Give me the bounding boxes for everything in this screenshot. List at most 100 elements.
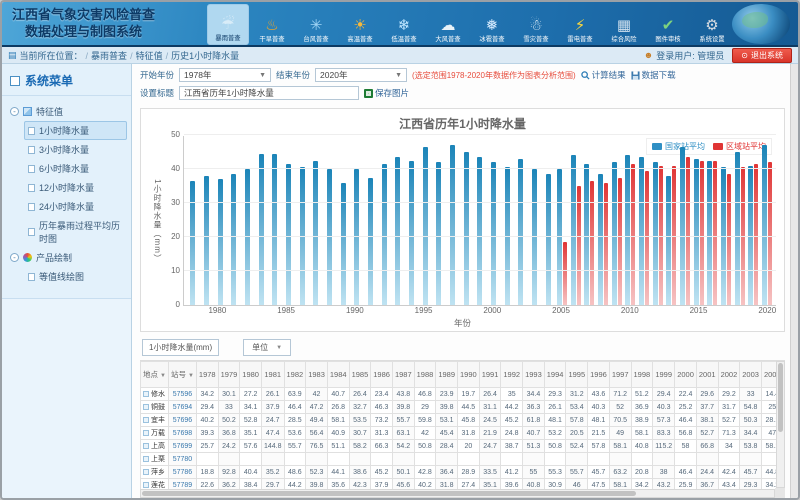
- horizontal-scrollbar[interactable]: [140, 489, 775, 498]
- bar-national-2002[interactable]: [518, 159, 523, 305]
- bar-national-1988[interactable]: [327, 169, 332, 305]
- table-row[interactable]: 萍乡5778618.892.840.435.248.652.344.138.64…: [141, 466, 786, 479]
- toolbar-calculator[interactable]: ▦综合风险: [603, 4, 645, 45]
- end-year-select[interactable]: 2020年▼: [315, 68, 407, 82]
- toolbar-rainstorm[interactable]: ☔暴雨普查: [207, 4, 249, 45]
- bar-regional-2016[interactable]: [713, 161, 717, 306]
- toolbar-snow[interactable]: ☃雪灾普查: [515, 4, 557, 45]
- download-button[interactable]: 数据下载: [631, 69, 676, 81]
- bar-regional-2010[interactable]: [631, 164, 635, 305]
- toolbar-map-review[interactable]: ✔图件审核: [647, 4, 689, 45]
- expander-icon[interactable]: -: [10, 253, 19, 262]
- unit-select[interactable]: 单位▼: [243, 339, 291, 356]
- toolbar-settings[interactable]: ⚙系统设置: [691, 4, 733, 45]
- breadcrumb-item[interactable]: 暴雨普查: [91, 51, 127, 61]
- save-image-button[interactable]: 保存图片: [364, 87, 409, 99]
- tree-item-等值线绘图[interactable]: 等值线绘图: [24, 267, 127, 286]
- bar-national-2004[interactable]: [546, 174, 551, 305]
- bar-regional-2017[interactable]: [727, 174, 731, 305]
- bar-national-2012[interactable]: [653, 162, 658, 305]
- toolbar-lightning[interactable]: ⚡雷电普查: [559, 4, 601, 45]
- bar-national-1991[interactable]: [368, 178, 373, 306]
- vertical-scrollbar[interactable]: [776, 361, 785, 488]
- bar-regional-2007[interactable]: [590, 181, 594, 305]
- bar-national-1985[interactable]: [286, 164, 291, 305]
- bar-national-2016[interactable]: [707, 161, 712, 306]
- bar-national-1979[interactable]: [204, 176, 209, 305]
- bar-regional-2015[interactable]: [700, 161, 704, 306]
- table-row[interactable]: 宜丰5769640.250.252.824.728.549.458.153.57…: [141, 414, 786, 427]
- bar-national-2009[interactable]: [612, 162, 617, 305]
- bar-national-2000[interactable]: [491, 162, 496, 305]
- bar-national-2007[interactable]: [584, 164, 589, 305]
- bar-national-1980[interactable]: [218, 179, 223, 305]
- toolbar-drought[interactable]: ♨干旱普查: [251, 4, 293, 45]
- bar-national-1993[interactable]: [395, 157, 400, 305]
- bar-national-2003[interactable]: [532, 169, 537, 305]
- metric-button[interactable]: 1小时降水量(mm): [142, 339, 219, 356]
- logout-button[interactable]: ⊙退出系统: [732, 48, 792, 63]
- table-row[interactable]: 修水5759634.230.127.226.163.94240.726.423.…: [141, 388, 786, 401]
- bar-regional-2009[interactable]: [618, 178, 622, 306]
- bar-national-2013[interactable]: [666, 176, 671, 305]
- bar-national-2018[interactable]: [735, 152, 740, 305]
- toolbar-typhoon[interactable]: ✳台风普查: [295, 4, 337, 45]
- tree-group-产品绘制[interactable]: -产品绘制: [6, 248, 127, 267]
- bar-group-1993: [391, 136, 405, 305]
- tree-item-1小时降水量[interactable]: 1小时降水量: [24, 121, 127, 140]
- bar-regional-2006[interactable]: [577, 186, 581, 305]
- bar-national-2014[interactable]: [680, 147, 685, 305]
- bar-national-2005[interactable]: [557, 169, 562, 305]
- bar-regional-2020[interactable]: [768, 162, 772, 305]
- bar-national-2010[interactable]: [625, 155, 630, 305]
- bar-national-1994[interactable]: [409, 161, 414, 306]
- toolbar-high-temp[interactable]: ☀高温普查: [339, 4, 381, 45]
- column-header-location[interactable]: 地点▼: [141, 362, 169, 388]
- table-row[interactable]: 上高5769925.724.257.6144.855.776.551.158.2…: [141, 440, 786, 453]
- table-row[interactable]: 铜鼓5769429.43334.137.946.447.226.832.746.…: [141, 401, 786, 414]
- bar-national-1981[interactable]: [231, 174, 236, 305]
- bar-national-1999[interactable]: [477, 157, 482, 305]
- toolbar-low-temp[interactable]: ❄低温普查: [383, 4, 425, 45]
- expander-icon[interactable]: -: [10, 107, 19, 116]
- tree-item-24小时降水量[interactable]: 24小时降水量: [24, 197, 127, 216]
- column-header-station[interactable]: 站号▼: [168, 362, 196, 388]
- bar-regional-2019[interactable]: [754, 164, 758, 305]
- bar-national-2015[interactable]: [694, 159, 699, 305]
- bar-national-2011[interactable]: [639, 157, 644, 305]
- bar-national-2008[interactable]: [598, 174, 603, 305]
- bar-regional-2014[interactable]: [686, 157, 690, 305]
- bar-national-1984[interactable]: [272, 154, 277, 305]
- toolbar-wind[interactable]: ☁大风普查: [427, 4, 469, 45]
- bar-national-1997[interactable]: [450, 145, 455, 305]
- bar-national-1990[interactable]: [354, 169, 359, 305]
- start-year-select[interactable]: 1978年▼: [179, 68, 271, 82]
- tree-item-12小时降水量[interactable]: 12小时降水量: [24, 178, 127, 197]
- bar-national-1992[interactable]: [382, 164, 387, 305]
- bar-national-1983[interactable]: [259, 154, 264, 305]
- bar-regional-2011[interactable]: [645, 171, 649, 305]
- bar-national-1987[interactable]: [313, 161, 318, 306]
- table-row[interactable]: 上栗57780: [141, 453, 786, 466]
- bar-national-2020[interactable]: [762, 145, 767, 305]
- bar-national-1982[interactable]: [245, 169, 250, 305]
- bar-national-2006[interactable]: [571, 155, 576, 305]
- calculate-button[interactable]: 计算结果: [581, 69, 626, 81]
- bar-group-1985: [282, 136, 296, 305]
- table-row[interactable]: 万载5769839.336.835.147.453.656.440.930.73…: [141, 427, 786, 440]
- tree-item-历年暴雨过程平均历时图[interactable]: 历年暴雨过程平均历时图: [24, 216, 127, 248]
- bar-national-1998[interactable]: [464, 152, 469, 305]
- bar-national-1978[interactable]: [190, 181, 195, 305]
- tree-item-3小时降水量[interactable]: 3小时降水量: [24, 140, 127, 159]
- breadcrumb-item[interactable]: 特征值: [136, 51, 163, 61]
- bar-national-1996[interactable]: [436, 162, 441, 305]
- toolbar-hail[interactable]: ❅冰雹普查: [471, 4, 513, 45]
- bar-regional-2008[interactable]: [604, 183, 608, 305]
- tree-group-特征值[interactable]: -特征值: [6, 102, 127, 121]
- bar-national-1989[interactable]: [341, 183, 346, 305]
- chart-title-input[interactable]: 江西省历年1小时降水量: [179, 86, 359, 100]
- bar-regional-2005[interactable]: [563, 242, 567, 305]
- tree-item-6小时降水量[interactable]: 6小时降水量: [24, 159, 127, 178]
- breadcrumb-item[interactable]: 历史1小时降水量: [171, 51, 239, 61]
- bar-national-1995[interactable]: [423, 147, 428, 305]
